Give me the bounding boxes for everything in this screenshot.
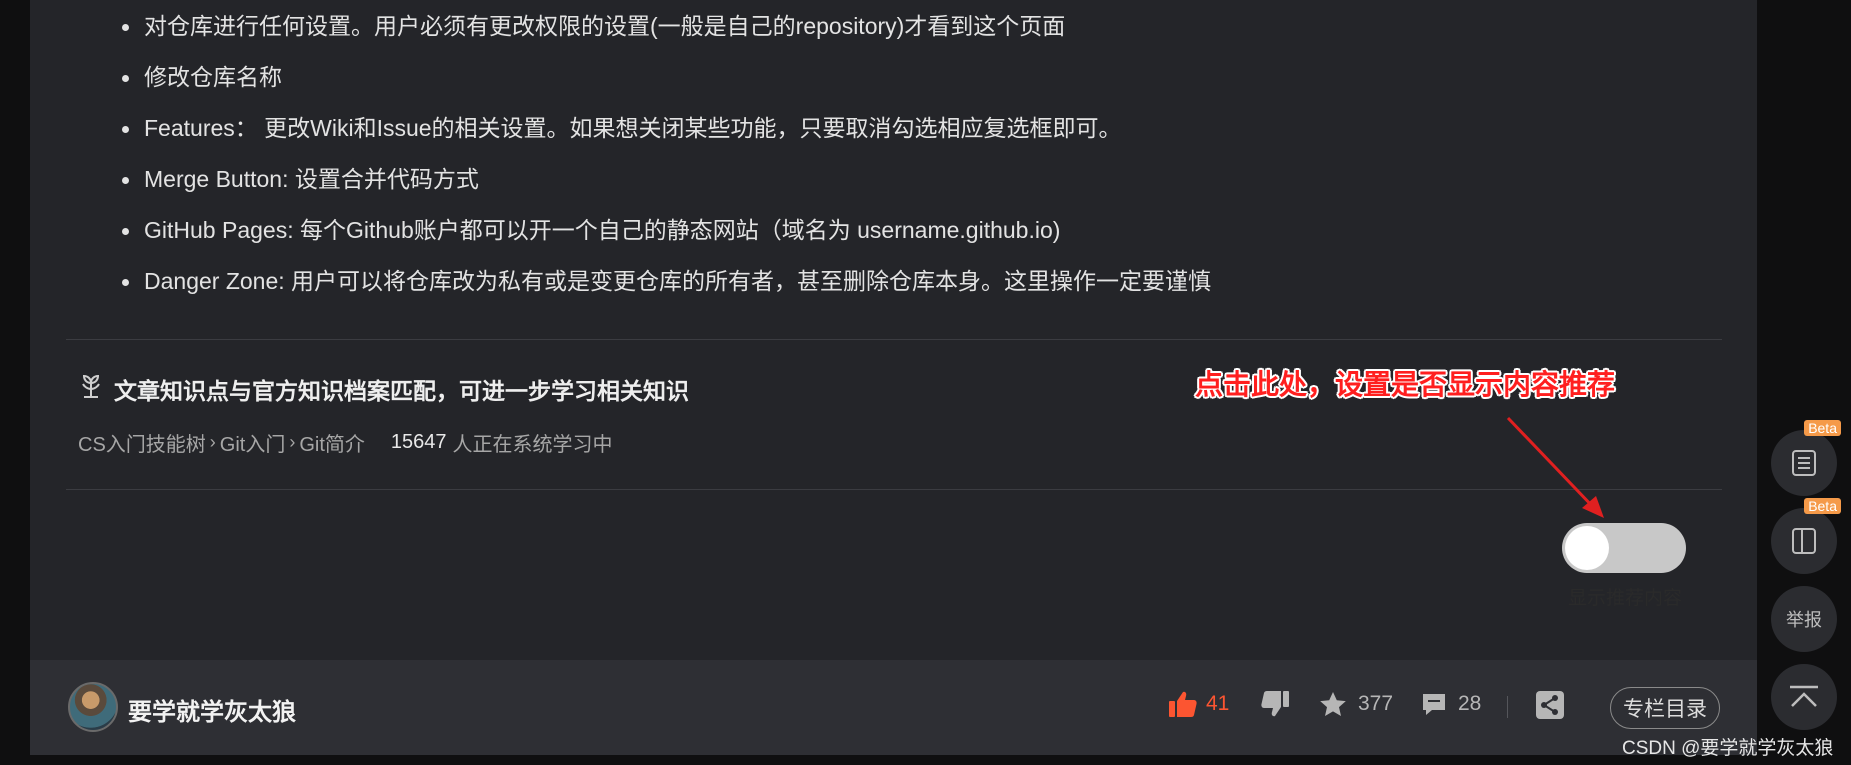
beta-badge: Beta (1804, 498, 1841, 514)
skill-tree-breadcrumb: CS入门技能树 › Git入门 › Git简介 15647 人正在系统学习中 (78, 428, 613, 457)
comment-button[interactable]: 28 (1420, 690, 1481, 718)
article-toolbar: 要学就学灰太狼 41 377 28 专栏目录 (30, 660, 1757, 755)
side-directory-button[interactable]: Beta (1771, 420, 1841, 496)
list-icon (1792, 450, 1816, 476)
breadcrumb-item[interactable]: Git简介 (299, 428, 365, 457)
back-to-top-button[interactable] (1771, 664, 1837, 730)
share-button[interactable] (1535, 690, 1565, 720)
learner-count: 15647 (390, 431, 447, 453)
chevron-right-icon: › (289, 432, 296, 452)
author-name[interactable]: 要学就学灰太狼 (128, 692, 296, 727)
callout-arrow-icon (1506, 416, 1604, 518)
list-item: 对仓库进行任何设置。用户必须有更改权限的设置(一般是自己的repository)… (120, 12, 1211, 63)
split-panel-icon (1792, 528, 1816, 554)
list-item: GitHub Pages: 每个Github账户都可以开一个自己的静态网站（域名… (120, 216, 1211, 267)
comment-icon (1423, 694, 1445, 715)
arrow-up-icon (1790, 685, 1818, 707)
star-icon (1320, 692, 1346, 716)
knowledge-title-text: 文章知识点与官方知识档案匹配，可进一步学习相关知识 (114, 378, 689, 404)
favorite-button[interactable]: 377 (1318, 690, 1393, 718)
learner-count-label: 人正在系统学习中 (452, 434, 613, 456)
like-button[interactable]: 41 (1168, 690, 1229, 718)
column-directory-button[interactable]: 专栏目录 (1610, 687, 1720, 729)
beta-badge: Beta (1804, 420, 1841, 436)
list-item: Danger Zone: 用户可以将仓库改为私有或是变更仓库的所有者，甚至删除仓… (120, 267, 1211, 318)
dislike-button[interactable] (1260, 690, 1290, 718)
chevron-right-icon: › (209, 432, 216, 452)
knowledge-title: 文章知识点与官方知识档案匹配，可进一步学习相关知识 (78, 372, 689, 406)
breadcrumb-item[interactable]: Git入门 (220, 428, 286, 457)
thumbs-up-icon (1169, 691, 1197, 717)
favorite-count: 377 (1358, 692, 1394, 715)
toggle-label: 显示推荐内容 (1568, 588, 1683, 609)
comment-count: 28 (1458, 692, 1482, 715)
toggle-knob (1565, 526, 1609, 570)
knowledge-plant-icon (78, 373, 114, 405)
settings-bullet-list: 对仓库进行任何设置。用户必须有更改权限的设置(一般是自己的repository)… (120, 12, 1211, 318)
side-panel-button[interactable]: Beta (1771, 498, 1841, 574)
article-body: 对仓库进行任何设置。用户必须有更改权限的设置(一般是自己的repository)… (30, 0, 1757, 660)
share-icon (1536, 691, 1564, 719)
divider (66, 489, 1722, 490)
avatar[interactable] (68, 682, 118, 732)
divider (66, 339, 1722, 340)
report-button[interactable]: 举报 (1771, 586, 1837, 652)
watermark: CSDN @要学就学灰太狼 (1622, 738, 1834, 759)
list-item: 修改仓库名称 (120, 63, 1211, 114)
thumbs-down-icon (1261, 691, 1289, 717)
callout-annotation: 点击此处，设置是否显示内容推荐 (1195, 369, 1616, 400)
breadcrumb-item[interactable]: CS入门技能树 (78, 428, 206, 457)
list-item: Features： 更改Wiki和Issue的相关设置。如果想关闭某些功能，只要… (120, 114, 1211, 165)
recommend-toggle[interactable] (1562, 523, 1686, 573)
list-item: Merge Button: 设置合并代码方式 (120, 165, 1211, 216)
toolbar-separator (1507, 696, 1508, 718)
like-count: 41 (1206, 692, 1230, 715)
